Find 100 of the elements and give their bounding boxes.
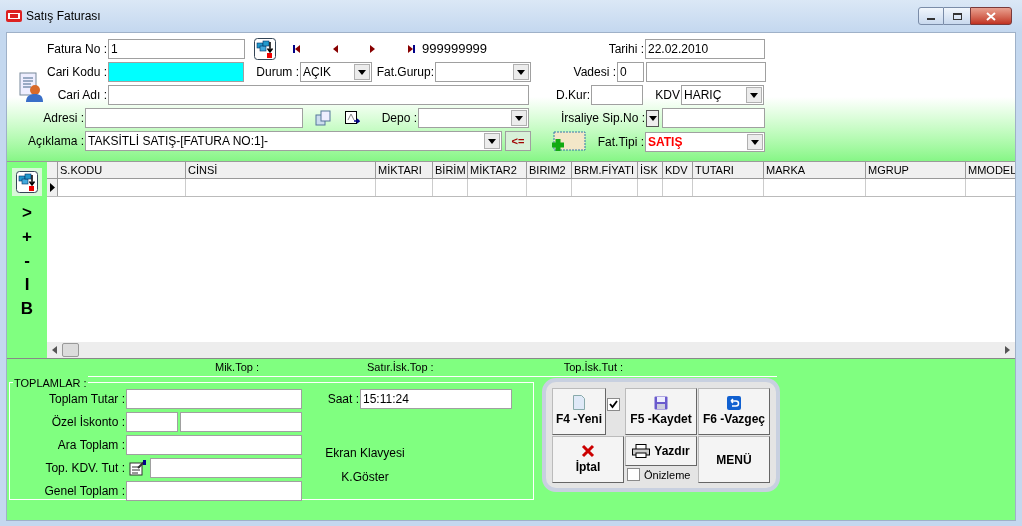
dropdown-button[interactable] bbox=[646, 109, 659, 127]
show-keyboard-link[interactable]: K.Göster bbox=[341, 468, 389, 486]
input-field[interactable] bbox=[126, 481, 302, 501]
scroll-right-icon[interactable] bbox=[1005, 346, 1010, 354]
cancel-changes-button[interactable]: F6 -Vazgeç bbox=[698, 388, 770, 435]
field-label: Fat.Tipi : bbox=[597, 134, 644, 151]
field-label: Toplam Tutar : bbox=[48, 391, 125, 408]
field-label: Durum : bbox=[256, 64, 299, 81]
screen-keyboard-label: Ekran Klavyesi bbox=[325, 445, 405, 462]
print-button[interactable]: Yazdır bbox=[625, 436, 697, 466]
checkbox[interactable] bbox=[627, 468, 640, 482]
input-field[interactable]: 1 bbox=[108, 39, 245, 59]
dropdown[interactable]: AÇIK bbox=[300, 62, 372, 82]
summary-label: Mik.Top : bbox=[215, 359, 259, 375]
field-label: Cari Kodu : bbox=[46, 64, 107, 81]
field-label: Depo : bbox=[381, 110, 417, 127]
side-button[interactable]: I bbox=[12, 274, 42, 296]
undo-icon bbox=[727, 395, 741, 410]
input-field[interactable] bbox=[126, 412, 178, 432]
column-header[interactable]: MARKA bbox=[764, 162, 866, 178]
input-field[interactable]: 0 bbox=[617, 62, 644, 82]
dropdown[interactable]: TAKSİTLİ SATIŞ-[FATURA NO:1]- bbox=[85, 131, 502, 151]
column-header[interactable]: İSK bbox=[638, 162, 663, 178]
input-field[interactable] bbox=[591, 85, 643, 105]
field-label: Cari Adı : bbox=[57, 87, 107, 104]
form-edit-icon[interactable] bbox=[129, 459, 147, 477]
input-field[interactable] bbox=[126, 389, 302, 409]
column-header[interactable]: TUTARI bbox=[693, 162, 764, 178]
column-header[interactable]: KDV bbox=[663, 162, 693, 178]
input-field[interactable]: 22.02.2010 bbox=[645, 39, 765, 59]
scroll-thumb[interactable] bbox=[62, 343, 79, 357]
minimize-button[interactable] bbox=[918, 7, 944, 25]
field-label: KDV bbox=[655, 87, 680, 104]
apply-button[interactable]: <= bbox=[505, 131, 531, 151]
column-header[interactable]: MİKTARI bbox=[376, 162, 433, 178]
side-button[interactable]: - bbox=[12, 250, 42, 272]
cross-icon bbox=[581, 443, 595, 458]
field-label: Top. KDV. Tut : bbox=[45, 460, 125, 477]
input-field[interactable] bbox=[108, 62, 244, 82]
field-label: Ara Toplam : bbox=[57, 437, 125, 454]
window-title: Satış Faturası bbox=[26, 8, 101, 25]
copy-pages-icon[interactable] bbox=[315, 110, 331, 126]
scroll-left-icon[interactable] bbox=[52, 346, 57, 354]
field-label: Genel Toplam : bbox=[44, 483, 125, 500]
field-label: Fat.Gurup: bbox=[376, 64, 434, 81]
field-label: Fatura No : bbox=[46, 41, 107, 58]
input-field[interactable] bbox=[108, 85, 529, 105]
dropdown-arrow-icon bbox=[648, 115, 657, 121]
row-pointer-icon bbox=[49, 183, 55, 192]
void-button[interactable]: İptal bbox=[552, 436, 624, 483]
input-field[interactable] bbox=[180, 412, 302, 432]
input-field[interactable]: 15:11:24 bbox=[360, 389, 512, 409]
summary-label: Satır.İsk.Top : bbox=[367, 359, 434, 375]
save-button[interactable]: F5 -Kaydet bbox=[625, 388, 697, 435]
dropdown[interactable] bbox=[418, 108, 529, 128]
side-button[interactable]: + bbox=[12, 226, 42, 248]
menu-button[interactable]: MENÜ bbox=[698, 436, 770, 483]
field-label: Tarihi : bbox=[608, 41, 644, 58]
input-field[interactable] bbox=[646, 62, 766, 82]
column-header[interactable]: BIRIM2 bbox=[527, 162, 572, 178]
dropdown[interactable] bbox=[435, 62, 531, 82]
column-header[interactable]: BRM.FİYATI bbox=[572, 162, 638, 178]
column-header[interactable]: BİRİM bbox=[433, 162, 468, 178]
field-label: İrsaliye Sip.No : bbox=[560, 110, 645, 127]
column-header[interactable]: MİKTAR2 bbox=[468, 162, 527, 178]
last-record-icon[interactable] bbox=[406, 44, 416, 54]
add-document-icon[interactable] bbox=[550, 131, 586, 153]
input-field[interactable] bbox=[85, 108, 303, 128]
side-button[interactable]: B bbox=[12, 298, 42, 320]
close-icon bbox=[986, 11, 996, 21]
customer-card-icon bbox=[19, 72, 43, 102]
new-button[interactable]: F4 -Yeni bbox=[552, 388, 606, 435]
horizontal-scrollbar[interactable] bbox=[47, 342, 1015, 358]
dropdown-arrow-icon bbox=[358, 69, 366, 75]
input-field[interactable] bbox=[662, 108, 765, 128]
table-tool-icon[interactable] bbox=[16, 171, 38, 193]
checkbox[interactable] bbox=[607, 398, 620, 411]
field-label: Vadesi : bbox=[573, 64, 616, 81]
dropdown-arrow-icon bbox=[515, 115, 523, 121]
preview-label: Önizleme bbox=[644, 467, 691, 483]
printer-icon bbox=[632, 443, 651, 458]
table-tool-icon[interactable] bbox=[254, 38, 276, 60]
field-label: Adresi : bbox=[43, 110, 84, 127]
maximize-button[interactable] bbox=[944, 7, 970, 25]
dropdown[interactable]: HARIÇ bbox=[681, 85, 764, 105]
dropdown-arrow-icon bbox=[517, 69, 525, 75]
field-label: D.Kur: bbox=[556, 87, 590, 104]
summary-label: Top.İsk.Tut : bbox=[563, 359, 624, 375]
side-button[interactable]: > bbox=[12, 202, 42, 224]
dropdown-arrow-icon bbox=[488, 138, 496, 144]
input-field[interactable] bbox=[150, 458, 302, 478]
field-label: Özel İskonto : bbox=[51, 414, 125, 431]
dropdown[interactable]: SATIŞ bbox=[645, 132, 765, 152]
column-header[interactable]: CİNSİ bbox=[186, 162, 376, 178]
close-button[interactable] bbox=[970, 7, 1012, 25]
column-header[interactable]: MGRUP bbox=[866, 162, 966, 178]
column-header[interactable]: S.KODU bbox=[58, 162, 186, 178]
first-record-icon[interactable] bbox=[292, 44, 302, 54]
input-field[interactable] bbox=[126, 435, 302, 455]
dropdown-arrow-icon bbox=[750, 92, 758, 98]
